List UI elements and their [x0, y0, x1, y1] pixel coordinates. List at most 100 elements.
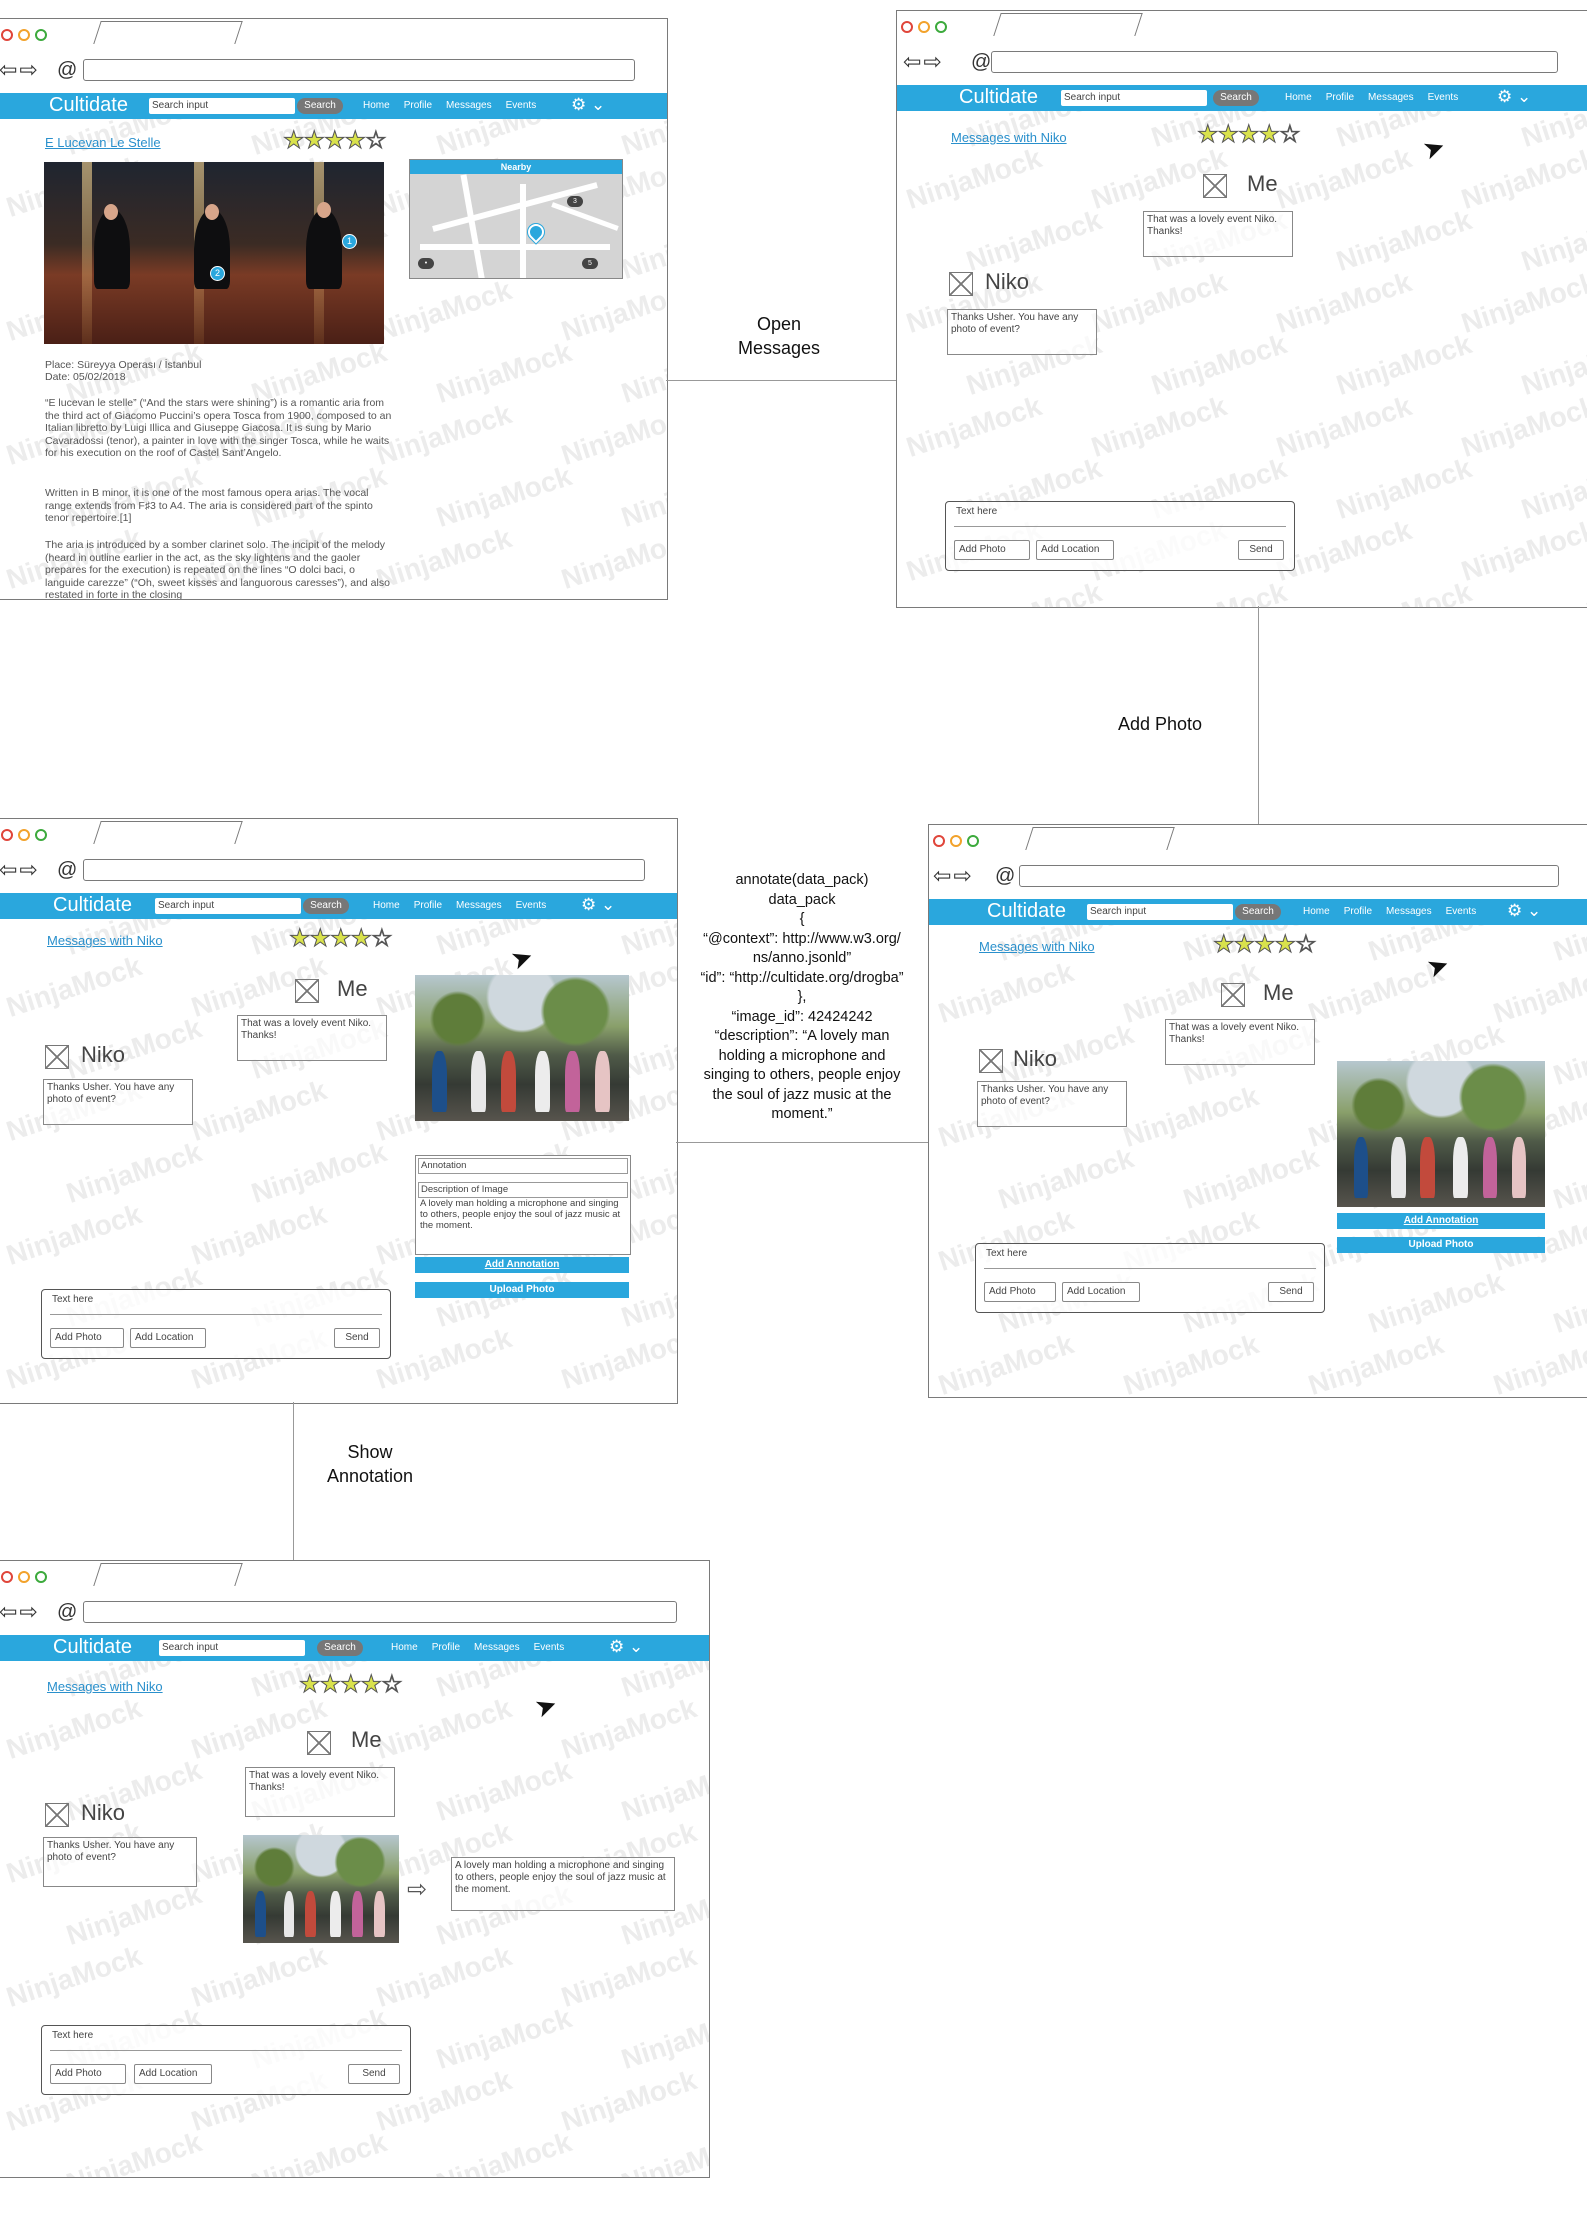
- add-annotation-button[interactable]: Add Annotation: [1337, 1213, 1545, 1229]
- uploaded-photo[interactable]: [1337, 1061, 1545, 1207]
- browser-tab[interactable]: [993, 13, 1143, 36]
- back-forward-icon[interactable]: ⇦⇨: [903, 51, 944, 73]
- add-photo-button[interactable]: Add Photo: [954, 540, 1030, 560]
- settings-gear-icon[interactable]: ⚙︎ ⌄: [609, 1637, 643, 1657]
- maximize-dot-icon[interactable]: [35, 1571, 47, 1583]
- nav-events[interactable]: Events: [534, 1642, 565, 1653]
- chat-title-link[interactable]: Messages with Niko: [47, 1679, 163, 1694]
- browser-tab[interactable]: [93, 821, 243, 844]
- add-location-button[interactable]: Add Location: [1036, 540, 1114, 560]
- send-button[interactable]: Send: [1268, 1282, 1314, 1302]
- send-button[interactable]: Send: [1238, 540, 1284, 560]
- address-bar[interactable]: [991, 51, 1558, 73]
- nav-profile[interactable]: Profile: [432, 1642, 460, 1653]
- nav-home[interactable]: Home: [1303, 906, 1330, 917]
- event-title-link[interactable]: E Lucevan Le Stelle: [45, 135, 161, 150]
- search-input[interactable]: Search input: [1061, 90, 1207, 106]
- app-logo[interactable]: Cultidate: [53, 894, 132, 917]
- nav-messages[interactable]: Messages: [474, 1642, 520, 1653]
- refresh-icon[interactable]: @: [995, 865, 1015, 887]
- nav-messages[interactable]: Messages: [446, 100, 492, 111]
- nav-home[interactable]: Home: [391, 1642, 418, 1653]
- nav-events[interactable]: Events: [1446, 906, 1477, 917]
- search-button[interactable]: Search: [317, 1640, 363, 1656]
- minimize-dot-icon[interactable]: [18, 29, 30, 41]
- shared-photo[interactable]: [243, 1835, 399, 1943]
- chat-title-link[interactable]: Messages with Niko: [47, 933, 163, 948]
- nav-home[interactable]: Home: [363, 100, 390, 111]
- settings-gear-icon[interactable]: ⚙︎ ⌄: [581, 895, 615, 915]
- settings-gear-icon[interactable]: ⚙︎ ⌄: [1497, 87, 1531, 107]
- nav-home[interactable]: Home: [1285, 92, 1312, 103]
- chat-title-link[interactable]: Messages with Niko: [951, 130, 1067, 145]
- search-input[interactable]: Search input: [159, 1640, 305, 1656]
- uploaded-photo[interactable]: [415, 975, 629, 1121]
- close-dot-icon[interactable]: [1, 29, 13, 41]
- rating-stars[interactable]: ★★★★☆: [1213, 932, 1318, 957]
- search-button[interactable]: Search: [303, 898, 349, 914]
- map[interactable]: 3 5 •: [410, 174, 622, 278]
- annotation-description-input[interactable]: A lovely man holding a microphone and si…: [418, 1198, 628, 1231]
- chat-title-link[interactable]: Messages with Niko: [979, 939, 1095, 954]
- address-bar[interactable]: [83, 59, 635, 81]
- message-input[interactable]: Text here: [986, 1248, 1027, 1259]
- add-photo-button[interactable]: Add Photo: [50, 1328, 124, 1348]
- address-bar[interactable]: [1019, 865, 1559, 887]
- search-input[interactable]: Search input: [149, 98, 295, 114]
- add-location-button[interactable]: Add Location: [1062, 1282, 1140, 1302]
- nav-events[interactable]: Events: [506, 100, 537, 111]
- browser-tab[interactable]: [93, 21, 243, 44]
- nav-profile[interactable]: Profile: [1326, 92, 1354, 103]
- add-photo-button[interactable]: Add Photo: [984, 1282, 1056, 1302]
- browser-tab[interactable]: [93, 1563, 243, 1586]
- close-dot-icon[interactable]: [901, 21, 913, 33]
- address-bar[interactable]: [83, 859, 645, 881]
- message-input[interactable]: Text here: [52, 1294, 93, 1305]
- event-rating-stars[interactable]: ★★★★☆: [283, 128, 388, 153]
- search-button[interactable]: Search: [1235, 904, 1281, 920]
- maximize-dot-icon[interactable]: [35, 29, 47, 41]
- minimize-dot-icon[interactable]: [18, 829, 30, 841]
- close-dot-icon[interactable]: [1, 829, 13, 841]
- back-forward-icon[interactable]: ⇦⇨: [0, 59, 40, 81]
- maximize-dot-icon[interactable]: [935, 21, 947, 33]
- nav-profile[interactable]: Profile: [1344, 906, 1372, 917]
- search-input[interactable]: Search input: [1087, 904, 1233, 920]
- app-logo[interactable]: Cultidate: [959, 86, 1038, 109]
- minimize-dot-icon[interactable]: [18, 1571, 30, 1583]
- app-logo[interactable]: Cultidate: [49, 94, 128, 117]
- message-input[interactable]: Text here: [52, 2030, 93, 2041]
- back-forward-icon[interactable]: ⇦⇨: [0, 1601, 40, 1623]
- add-annotation-button[interactable]: Add Annotation: [415, 1257, 629, 1273]
- refresh-icon[interactable]: @: [57, 59, 77, 81]
- nav-messages[interactable]: Messages: [456, 900, 502, 911]
- map-marker[interactable]: 3: [567, 196, 583, 207]
- nav-events[interactable]: Events: [1428, 92, 1459, 103]
- description-label[interactable]: Description of Image: [418, 1182, 628, 1198]
- minimize-dot-icon[interactable]: [950, 835, 962, 847]
- map-marker[interactable]: •: [418, 258, 434, 269]
- upload-photo-button[interactable]: Upload Photo: [1337, 1237, 1545, 1253]
- nav-profile[interactable]: Profile: [414, 900, 442, 911]
- close-dot-icon[interactable]: [1, 1571, 13, 1583]
- maximize-dot-icon[interactable]: [35, 829, 47, 841]
- settings-gear-icon[interactable]: ⚙︎ ⌄: [1507, 901, 1541, 921]
- rating-stars[interactable]: ★★★★☆: [299, 1672, 404, 1697]
- maximize-dot-icon[interactable]: [967, 835, 979, 847]
- rating-stars[interactable]: ★★★★☆: [1197, 122, 1302, 147]
- search-button[interactable]: Search: [297, 98, 343, 114]
- send-button[interactable]: Send: [348, 2064, 400, 2084]
- nav-messages[interactable]: Messages: [1368, 92, 1414, 103]
- send-button[interactable]: Send: [334, 1328, 380, 1348]
- address-bar[interactable]: [83, 1601, 677, 1623]
- rating-stars[interactable]: ★★★★☆: [289, 926, 394, 951]
- message-input[interactable]: Text here: [956, 506, 997, 517]
- location-pin-icon[interactable]: [524, 220, 548, 244]
- nav-messages[interactable]: Messages: [1386, 906, 1432, 917]
- refresh-icon[interactable]: @: [971, 51, 991, 73]
- browser-tab[interactable]: [1025, 827, 1175, 850]
- upload-photo-button[interactable]: Upload Photo: [415, 1282, 629, 1298]
- nav-home[interactable]: Home: [373, 900, 400, 911]
- event-photo[interactable]: 1 2: [44, 162, 384, 344]
- photo-marker[interactable]: 1: [342, 234, 357, 249]
